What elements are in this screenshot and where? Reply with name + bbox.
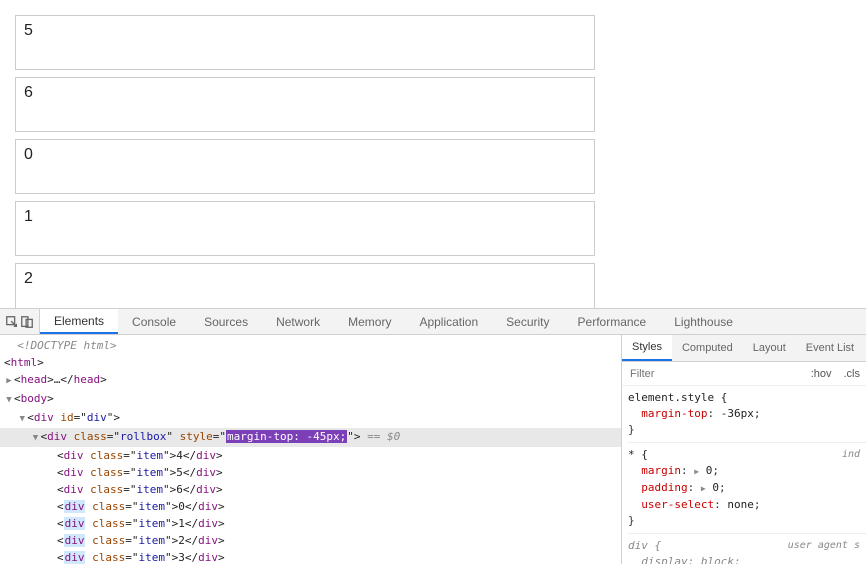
dom-line-rollbox[interactable]: <div class="rollbox" style="margin-top: … <box>0 428 621 447</box>
dom-line-doctype[interactable]: <!DOCTYPE html> <box>0 337 621 354</box>
list-item: 1 <box>15 201 595 256</box>
dom-line-div[interactable]: <div id="div"> <box>0 409 621 428</box>
rule-div-ua[interactable]: user agent s div { display: block; <box>628 538 866 564</box>
tab-lighthouse[interactable]: Lighthouse <box>660 309 747 334</box>
inspect-icon[interactable] <box>5 315 19 329</box>
tab-console[interactable]: Console <box>118 309 190 334</box>
dom-line-head[interactable]: <head>…</head> <box>0 371 621 390</box>
dom-line-body[interactable]: <body> <box>0 390 621 409</box>
dom-tree[interactable]: <!DOCTYPE html> <html> <head>…</head> <b… <box>0 335 621 564</box>
list-item: 0 <box>15 139 595 194</box>
devtools-icon-group <box>0 309 40 334</box>
dom-line-item[interactable]: <div class="item">4</div> <box>0 447 621 464</box>
tab-computed[interactable]: Computed <box>672 335 743 361</box>
dom-line-item[interactable]: <div class="item">6</div> <box>0 481 621 498</box>
list-item: 5 <box>15 15 595 70</box>
dom-line-item[interactable]: <div class="item">5</div> <box>0 464 621 481</box>
tab-event-listeners[interactable]: Event List <box>796 335 864 361</box>
tab-layout[interactable]: Layout <box>743 335 796 361</box>
styles-panel: Styles Computed Layout Event List :hov .… <box>621 335 866 564</box>
dom-line-item[interactable]: <div class="item">0</div> <box>0 498 621 515</box>
rule-universal[interactable]: ind * { margin: ▶ 0; padding: ▶ 0; user-… <box>628 447 866 534</box>
page-viewport: 5 6 0 1 2 <box>0 0 866 308</box>
tab-network[interactable]: Network <box>262 309 334 334</box>
dom-line-html[interactable]: <html> <box>0 354 621 371</box>
list-item: 2 <box>15 263 595 308</box>
styles-filter-bar: :hov .cls <box>622 362 866 386</box>
tab-memory[interactable]: Memory <box>334 309 405 334</box>
tab-styles[interactable]: Styles <box>622 335 672 361</box>
cls-toggle[interactable]: .cls <box>838 368 866 380</box>
styles-filter-input[interactable] <box>622 368 805 380</box>
rule-source-link: user agent s <box>788 538 860 554</box>
devtools-tabs: Elements Console Sources Network Memory … <box>40 309 747 334</box>
list-item: 6 <box>15 77 595 132</box>
rule-element-style[interactable]: element.style { margin-top: -36px; } <box>628 390 866 443</box>
dom-line-item[interactable]: <div class="item">3</div> <box>0 549 621 564</box>
dom-line-item[interactable]: <div class="item">1</div> <box>0 515 621 532</box>
tab-application[interactable]: Application <box>405 309 492 334</box>
styles-tabs: Styles Computed Layout Event List <box>622 335 866 362</box>
styles-rules[interactable]: element.style { margin-top: -36px; } ind… <box>622 386 866 564</box>
devtools-toolbar: Elements Console Sources Network Memory … <box>0 308 866 335</box>
device-icon[interactable] <box>20 315 34 329</box>
items-container: 5 6 0 1 2 <box>15 15 595 308</box>
tab-elements[interactable]: Elements <box>40 309 118 334</box>
dom-line-item[interactable]: <div class="item">2</div> <box>0 532 621 549</box>
tab-sources[interactable]: Sources <box>190 309 262 334</box>
rule-source-link[interactable]: ind <box>842 447 860 463</box>
tab-performance[interactable]: Performance <box>564 309 661 334</box>
tab-security[interactable]: Security <box>492 309 563 334</box>
hov-toggle[interactable]: :hov <box>805 368 838 380</box>
devtools-body: <!DOCTYPE html> <html> <head>…</head> <b… <box>0 335 866 564</box>
